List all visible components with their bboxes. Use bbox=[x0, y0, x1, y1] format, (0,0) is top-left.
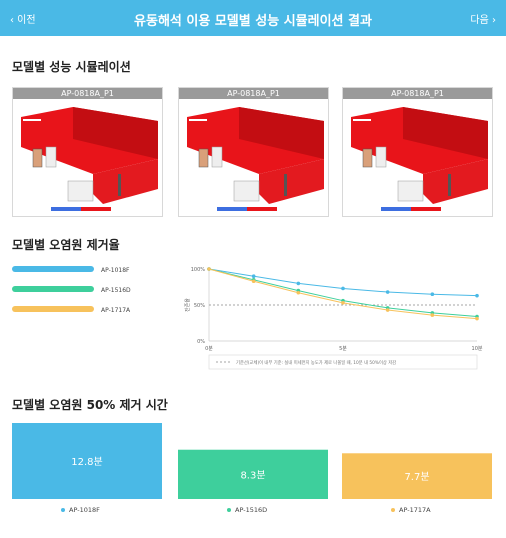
simulation-render bbox=[351, 107, 488, 211]
simulation-section-title: 모델별 성능 시뮬레이션 bbox=[12, 60, 131, 74]
series-point-AP-1717A bbox=[341, 301, 345, 305]
next-button[interactable]: 다음 › bbox=[470, 11, 496, 26]
y-tick-label: 0% bbox=[197, 339, 205, 345]
removal-rate-line-chart: AP-1018F AP-1516D AP-1717A 100% 50% 0% 잔존율 0분 5… bbox=[12, 266, 483, 370]
y-tick-label: 50% bbox=[194, 303, 205, 309]
legend-label-AP-1717A: AP-1717A bbox=[101, 307, 131, 314]
legend-swatch-AP-1516D bbox=[12, 286, 94, 292]
simulation-panel-2[interactable]: AP-0818A_P1 bbox=[178, 87, 329, 217]
legend-label-AP-1018F: AP-1018F bbox=[101, 267, 130, 274]
legend-swatch-AP-1018F bbox=[12, 266, 94, 272]
bar-value-label: 12.8분 bbox=[71, 456, 102, 468]
series-point-AP-1717A bbox=[251, 279, 256, 284]
chart-ticks: 100% 50% 0% 잔존율 0분 5분 10분 bbox=[184, 267, 483, 352]
removal-time-section-title: 모델별 오염원 50% 제거 시간 bbox=[12, 398, 168, 412]
bar-legend-dot bbox=[227, 508, 231, 512]
simulation-render bbox=[21, 107, 158, 211]
chart-footnote: 기준선(교체)이 내부 기준: 실내 미세먼지 농도가 제로 나올일 때, 10… bbox=[208, 354, 478, 370]
series-point-AP-1018F bbox=[430, 292, 435, 296]
bar-category-label: AP-1516D bbox=[235, 506, 267, 514]
bar-value-label: 8.3분 bbox=[240, 469, 265, 481]
x-tick-label: 0분 bbox=[205, 346, 213, 352]
page-title: 유동해석 이용 모델별 성능 시뮬레이션 결과 bbox=[134, 14, 372, 29]
removal-rate-section-title: 모델별 오염원 제거율 bbox=[12, 238, 120, 252]
chart-legend: AP-1018F AP-1516D AP-1717A bbox=[12, 266, 131, 314]
series-point-AP-1717A bbox=[385, 308, 390, 312]
series-line-AP-1516D bbox=[208, 268, 478, 318]
series-line-AP-1717A bbox=[208, 268, 478, 320]
bar-value-label: 7.7분 bbox=[404, 471, 429, 483]
chart-series bbox=[207, 267, 479, 321]
series-point-AP-1717A bbox=[296, 290, 301, 295]
simulation-panel-1[interactable]: AP-0818A_P1 bbox=[12, 87, 163, 217]
series-point-AP-1018F bbox=[296, 281, 301, 286]
bar-category-label: AP-1018F bbox=[69, 506, 100, 514]
bar-legend-dot bbox=[61, 508, 65, 512]
bar-category-label: AP-1717A bbox=[399, 506, 431, 514]
series-point-AP-1018F bbox=[251, 274, 256, 278]
series-point-AP-1018F bbox=[385, 290, 390, 294]
simulation-panel-label: AP-0818A_P1 bbox=[13, 88, 162, 99]
legend-swatch-AP-1717A bbox=[12, 306, 94, 312]
series-point-AP-1717A bbox=[207, 267, 211, 271]
simulation-render bbox=[187, 107, 324, 211]
simulation-panel-label: AP-0818A_P1 bbox=[343, 88, 492, 99]
series-point-AP-1717A bbox=[430, 313, 435, 317]
removal-time-bar-chart: 12.8분 AP-1018F 8.3분 AP-1516D 7.7분 AP-1717A bbox=[12, 423, 492, 514]
y-axis-label: 잔존율 bbox=[184, 298, 191, 312]
footnote-text: 기준선(교체)이 내부 기준: 실내 미세먼지 농도가 제로 나올일 때, 10… bbox=[236, 359, 396, 366]
bar-legend-dot bbox=[391, 508, 395, 512]
series-point-AP-1018F bbox=[475, 293, 479, 298]
series-point-AP-1018F bbox=[341, 286, 345, 291]
legend-label-AP-1516D: AP-1516D bbox=[101, 287, 131, 294]
series-point-AP-1717A bbox=[475, 316, 479, 321]
series-line-AP-1018F bbox=[208, 268, 478, 297]
y-tick-label: 100% bbox=[191, 267, 206, 273]
simulation-panel-label: AP-0818A_P1 bbox=[179, 88, 328, 99]
x-tick-label: 10분 bbox=[472, 346, 483, 352]
x-tick-label: 5분 bbox=[339, 346, 347, 352]
header-bar: ‹ 이전 유동해석 이용 모델별 성능 시뮬레이션 결과 다음 › bbox=[0, 0, 506, 36]
simulation-panel-3[interactable]: AP-0818A_P1 bbox=[342, 87, 493, 217]
